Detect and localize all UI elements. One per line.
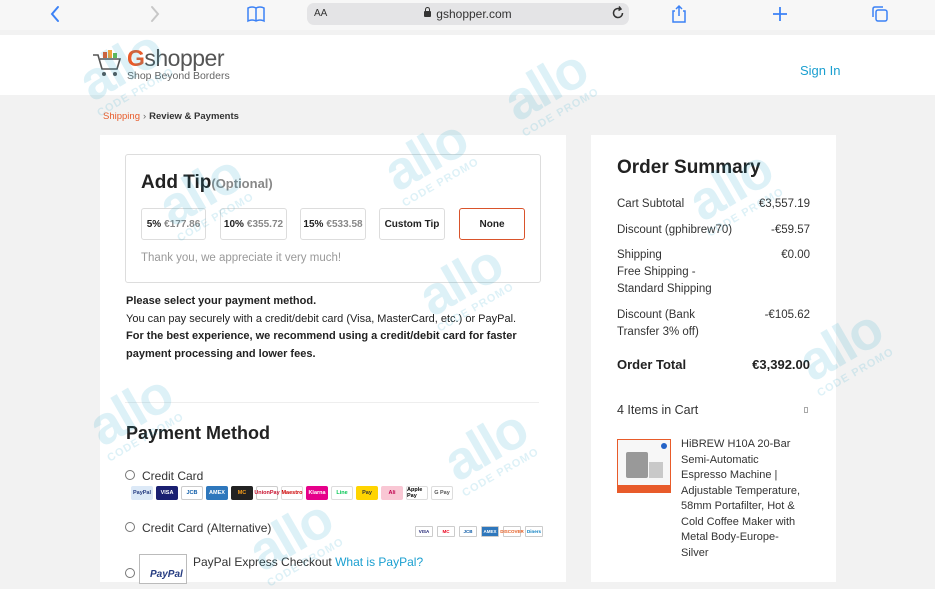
order-summary-panel: Order Summary Cart Subtotal €3,557.19 Dis… — [591, 135, 836, 582]
paypal-label-text: PayPal Express Checkout — [193, 555, 332, 569]
browser-toolbar: AA gshopper.com — [0, 0, 935, 30]
summary-value: -€59.57 — [770, 224, 810, 236]
tip-pct: 15% — [303, 218, 324, 230]
summary-sublabel: Free Shipping - Standard Shipping — [617, 266, 712, 295]
gshopper-logo[interactable]: Gshopper Shop Beyond Borders — [92, 45, 242, 87]
summary-row: Discount (Bank Transfer 3% off) -€105.62 — [617, 307, 810, 341]
google-pay-logo-icon: G Pay — [431, 486, 453, 500]
summary-label: Discount (Bank Transfer 3% off) — [617, 309, 699, 338]
divider — [125, 402, 539, 403]
site-header: Gshopper Shop Beyond Borders Sign In — [0, 35, 935, 95]
credit-card-radio[interactable] — [125, 470, 135, 480]
tip-amount: €533.58 — [326, 218, 363, 230]
tip-thanks-text: Thank you, we appreciate it very much! — [141, 252, 342, 264]
visa-logo-icon: VISA — [156, 486, 178, 500]
plus-icon[interactable] — [772, 4, 788, 24]
payment-info-line: You can pay securely with a credit/debit… — [126, 312, 517, 325]
tip-optional-label: (Optional) — [211, 176, 273, 191]
payment-info-heading: Please select your payment method. — [126, 295, 317, 307]
tip-pct: None — [479, 218, 505, 230]
payment-method-title: Payment Method — [126, 423, 271, 443]
tip-15-button[interactable]: 15% €533.58 — [300, 208, 366, 240]
card-logos: PayPal VISA JCB AMEX MC UnionPay Maestro… — [131, 486, 453, 500]
sign-in-link[interactable]: Sign In — [800, 63, 840, 78]
breadcrumb-shipping[interactable]: Shipping — [103, 111, 140, 122]
breadcrumb-separator: › — [142, 111, 147, 122]
line-pay-logo-icon: Line — [331, 486, 353, 500]
book-icon[interactable] — [246, 4, 266, 24]
pay-logo-icon: Pay — [356, 486, 378, 500]
alipay-logo-icon: Ali — [381, 486, 403, 500]
mastercard-logo-icon: MC — [231, 486, 253, 500]
reload-icon[interactable] — [610, 5, 626, 26]
tip-10-button[interactable]: 10% €355.72 — [220, 208, 287, 240]
breadcrumb-review-payments: Review & Payments — [149, 111, 239, 122]
order-total: Order Total €3,392.00 — [617, 357, 810, 372]
tip-amount: €355.72 — [246, 218, 284, 230]
klarna-logo-icon: Klarna — [306, 486, 328, 500]
url-text: gshopper.com — [436, 7, 512, 21]
tip-pct: 5% — [146, 218, 162, 230]
tip-title-text: Add Tip — [141, 172, 212, 193]
chevron-down-icon[interactable] — [804, 407, 808, 413]
what-is-paypal-link[interactable]: What is PayPal? — [335, 555, 423, 569]
chevron-left-icon[interactable] — [49, 4, 61, 24]
tip-pct: Custom Tip — [384, 218, 440, 230]
items-in-cart-toggle[interactable]: 4 Items in Cart — [617, 403, 698, 417]
product-name[interactable]: HiBREW H10A 20-Bar Semi-Automatic Espres… — [681, 437, 806, 561]
summary-value: -€105.62 — [764, 309, 810, 321]
paypal-logo-icon: PayPal — [131, 486, 153, 500]
diners-logo-icon: Diners — [525, 526, 543, 537]
maestro-logo-icon: Maestro — [281, 486, 303, 500]
order-total-value: €3,392.00 — [752, 357, 810, 372]
apple-pay-logo-icon: Apple Pay — [406, 486, 428, 500]
share-icon[interactable] — [671, 4, 687, 24]
unionpay-logo-icon: UnionPay — [254, 486, 280, 500]
summary-row: Shipping Free Shipping - Standard Shippin… — [617, 247, 810, 298]
tip-title: Add Tip(Optional) — [141, 172, 273, 194]
tip-amount: €177.86 — [164, 218, 201, 230]
jcb-logo-icon: JCB — [459, 526, 477, 537]
summary-value: €0.00 — [781, 249, 810, 261]
tabs-icon[interactable] — [871, 4, 889, 24]
payment-info: Please select your payment method. You c… — [126, 293, 526, 363]
brand-tagline: Shop Beyond Borders — [127, 70, 230, 82]
paypal-logo-icon: PayPal — [139, 554, 187, 584]
cart-icon — [93, 50, 122, 76]
credit-card-label[interactable]: Credit Card — [142, 469, 203, 483]
summary-label: Discount (gphibrew70) — [617, 224, 733, 236]
credit-card-alt-radio[interactable] — [125, 522, 135, 532]
custom-tip-button[interactable]: Custom Tip — [379, 208, 445, 240]
brand-name: Gshopper — [127, 45, 225, 71]
amex-logo-icon: AMEX — [481, 526, 499, 537]
tip-5-button[interactable]: 5% €177.86 — [141, 208, 206, 240]
jcb-logo-icon: JCB — [181, 486, 203, 500]
checkout-panel: Add Tip(Optional) 5% €177.86 10% €355.72 1… — [100, 135, 566, 584]
paypal-label[interactable]: PayPal Express Checkout What is PayPal? — [193, 555, 423, 569]
summary-row: Discount (gphibrew70) -€59.57 — [617, 222, 810, 239]
credit-card-alt-label[interactable]: Credit Card (Alternative) — [142, 521, 271, 535]
order-total-label: Order Total — [617, 357, 687, 372]
product-image[interactable] — [617, 439, 671, 493]
order-summary-title: Order Summary — [617, 157, 761, 178]
payment-info-recommend: For the best experience, we recommend us… — [126, 330, 517, 360]
summary-row: Cart Subtotal €3,557.19 — [617, 196, 810, 213]
alt-card-logos: VISA MC JCB AMEX DISCOVER Diners — [415, 526, 543, 537]
summary-label: Cart Subtotal — [617, 198, 685, 210]
address-bar[interactable]: AA gshopper.com — [307, 3, 629, 25]
discover-logo-icon: DISCOVER — [500, 526, 524, 537]
summary-value: €3,557.19 — [758, 198, 810, 210]
amex-logo-icon: AMEX — [206, 486, 228, 500]
paypal-logo-text: PayPal — [150, 569, 183, 580]
paypal-radio[interactable] — [125, 568, 135, 578]
visa-logo-icon: VISA — [415, 526, 433, 537]
mastercard-logo-icon: MC — [437, 526, 455, 537]
lock-icon — [424, 7, 432, 17]
summary-label: Shipping — [617, 249, 662, 261]
tip-pct: 10% — [223, 218, 244, 230]
add-tip-section: Add Tip(Optional) 5% €177.86 10% €355.72 1… — [125, 154, 541, 283]
chevron-right-icon[interactable] — [149, 4, 161, 24]
breadcrumb: Shipping › Review & Payments — [103, 111, 239, 122]
no-tip-button[interactable]: None — [459, 208, 525, 240]
